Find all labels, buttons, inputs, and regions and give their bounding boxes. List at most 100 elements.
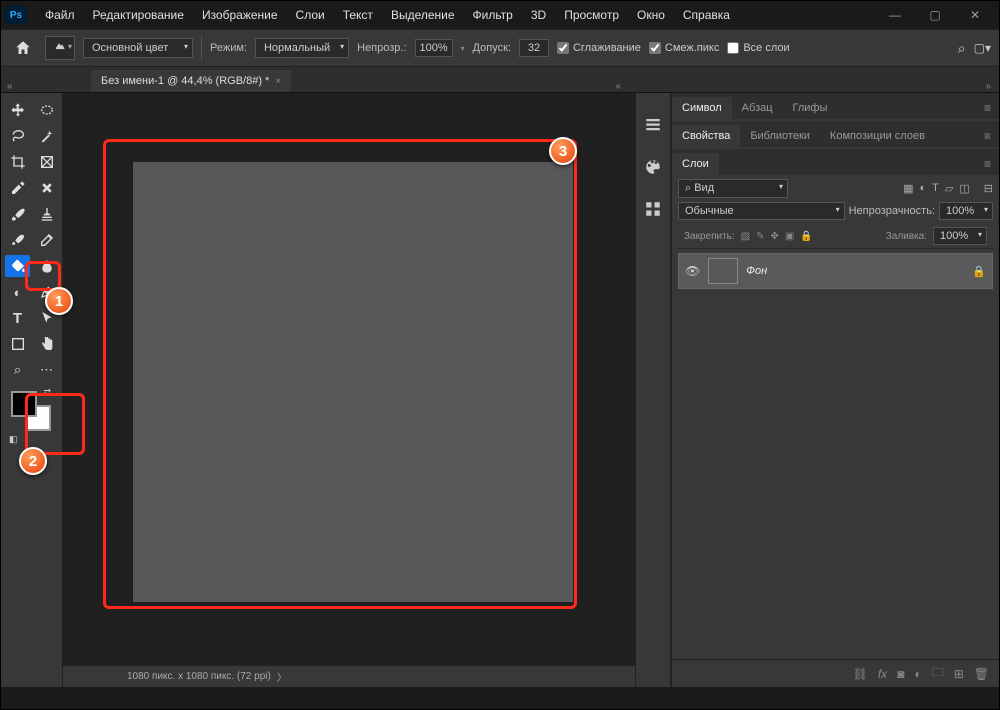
new-layer-icon[interactable]: ⊞	[954, 667, 964, 681]
window-minimize-button[interactable]: —	[875, 3, 915, 27]
default-colors-icon[interactable]: ◧	[9, 434, 18, 445]
workspace-switcher[interactable]: ▢▾	[974, 41, 991, 55]
lock-artboard-icon[interactable]: ▣	[785, 231, 794, 242]
delete-layer-icon[interactable]: 🗑	[974, 667, 989, 681]
menu-3d[interactable]: 3D	[523, 4, 554, 26]
opacity-input[interactable]	[415, 39, 453, 57]
shape-tool[interactable]	[5, 333, 30, 355]
paint-bucket-tool[interactable]	[5, 255, 30, 277]
tool-preset-picker[interactable]	[45, 36, 75, 60]
new-group-icon[interactable]: 🗀	[932, 663, 944, 684]
blend-mode-dropdown[interactable]: Нормальный	[255, 38, 349, 58]
close-tab-icon[interactable]: ×	[275, 76, 281, 87]
collapse-minipanel-icon[interactable]: «	[615, 81, 621, 92]
eraser-tool[interactable]	[34, 229, 59, 251]
all-layers-checkbox[interactable]: Все слои	[727, 42, 789, 54]
healing-tool[interactable]	[34, 177, 59, 199]
menu-window[interactable]: Окно	[629, 4, 673, 26]
search-icon[interactable]: ⌕	[958, 40, 966, 57]
lock-pixels-icon[interactable]: ✎	[756, 231, 764, 242]
contiguous-checkbox[interactable]: Смеж.пикс	[649, 42, 719, 54]
magic-wand-tool[interactable]	[34, 125, 59, 147]
swatches-panel-icon[interactable]	[641, 197, 665, 221]
brush-tool[interactable]	[5, 203, 30, 225]
link-layers-icon[interactable]: ⛓	[853, 667, 868, 681]
dodge-tool[interactable]: ◐	[5, 281, 30, 303]
antialias-checkbox[interactable]: Сглаживание	[557, 42, 641, 54]
tab-layers[interactable]: Слои	[672, 153, 719, 175]
type-tool[interactable]: T	[5, 307, 30, 329]
layer-fill-input[interactable]: 100%	[933, 227, 987, 245]
color-panel-icon[interactable]	[641, 155, 665, 179]
filter-adjust-icon[interactable]: ◐	[920, 182, 927, 195]
layer-opacity-label: Непрозрачность:	[849, 205, 935, 217]
collapse-toolbar-icon[interactable]: «	[7, 81, 13, 92]
hand-tool[interactable]	[34, 333, 59, 355]
swap-colors-icon[interactable]: ⇄	[43, 387, 51, 398]
eyedropper-tool[interactable]	[5, 177, 30, 199]
marquee-tool[interactable]	[34, 99, 59, 121]
blend-mode-layer-dropdown[interactable]: Обычные	[678, 202, 845, 220]
filter-type-icon[interactable]: T	[932, 182, 939, 195]
tab-layer-comps[interactable]: Композиции слоев	[820, 125, 935, 147]
crop-tool[interactable]	[5, 151, 30, 173]
menu-layers[interactable]: Слои	[288, 4, 333, 26]
menu-select[interactable]: Выделение	[383, 4, 463, 26]
layer-thumbnail[interactable]	[708, 258, 738, 284]
collapse-panels-icon[interactable]: »	[985, 81, 991, 92]
layers-panel-menu-icon[interactable]: ≡	[976, 153, 999, 175]
menu-image[interactable]: Изображение	[194, 4, 286, 26]
layer-name[interactable]: Фон	[746, 265, 767, 277]
layer-opacity-input[interactable]: 100%	[939, 202, 993, 220]
layer-row-background[interactable]: 👁 Фон 🔒	[678, 253, 993, 289]
opacity-label: Непрозр.:	[357, 42, 406, 54]
lock-all-icon[interactable]: 🔒	[800, 231, 812, 242]
menu-view[interactable]: Просмотр	[556, 4, 627, 26]
window-close-button[interactable]: ✕	[955, 3, 995, 27]
foreground-color-swatch[interactable]	[11, 391, 37, 417]
tolerance-input[interactable]	[519, 39, 549, 57]
tab-symbol[interactable]: Символ	[672, 97, 732, 119]
layer-fx-icon[interactable]: fx	[878, 667, 887, 681]
menu-edit[interactable]: Редактирование	[85, 4, 192, 26]
visibility-icon[interactable]: 👁	[685, 264, 700, 278]
lasso-tool[interactable]	[5, 125, 30, 147]
tab-glyphs[interactable]: Глифы	[783, 97, 838, 119]
fill-source-dropdown[interactable]: Основной цвет	[83, 38, 193, 58]
menu-file[interactable]: Файл	[37, 4, 83, 26]
tab-properties[interactable]: Свойства	[672, 125, 740, 147]
frame-tool[interactable]	[34, 151, 59, 173]
edit-toolbar-button[interactable]: ⋯	[34, 359, 59, 381]
color-swatches[interactable]: ⇄ ◧	[5, 387, 59, 445]
filter-pixel-icon[interactable]: ▦	[903, 182, 913, 195]
history-panel-icon[interactable]	[641, 113, 665, 137]
blur-tool[interactable]	[34, 255, 59, 277]
document-tab[interactable]: Без имени-1 @ 44,4% (RGB/8#) * ×	[91, 70, 291, 92]
lock-transparent-icon[interactable]: ▨	[741, 231, 750, 242]
move-tool[interactable]	[5, 99, 30, 121]
window-maximize-button[interactable]: ▢	[915, 3, 955, 27]
filter-shape-icon[interactable]: ▱	[945, 182, 953, 195]
status-info-dropdown[interactable]: 〉	[277, 669, 287, 684]
status-doc-info: 1080 пикс. x 1080 пикс. (72 ppi)	[127, 671, 271, 682]
filter-smart-icon[interactable]: ◫	[959, 182, 969, 195]
history-brush-tool[interactable]	[5, 229, 30, 251]
adjustment-layer-icon[interactable]: ◐	[914, 667, 921, 681]
add-mask-icon[interactable]: ◙	[897, 667, 904, 681]
menu-filter[interactable]: Фильтр	[465, 4, 521, 26]
panel-menu-icon[interactable]: ≡	[976, 97, 999, 119]
menu-text[interactable]: Текст	[335, 4, 381, 26]
zoom-tool[interactable]: ⌕	[5, 359, 30, 381]
lock-label: Закрепить:	[684, 231, 735, 242]
tab-paragraph[interactable]: Абзац	[732, 97, 783, 119]
canvas-artboard[interactable]	[133, 162, 573, 602]
layer-filter-dropdown[interactable]: ⌕ Вид	[678, 179, 788, 198]
tab-libraries[interactable]: Библиотеки	[740, 125, 820, 147]
home-button[interactable]	[9, 34, 37, 62]
menu-help[interactable]: Справка	[675, 4, 738, 26]
stamp-tool[interactable]	[34, 203, 59, 225]
panel-menu-icon-2[interactable]: ≡	[976, 125, 999, 147]
lock-position-icon[interactable]: ✥	[771, 231, 779, 242]
lock-indicator-icon[interactable]: 🔒	[972, 265, 986, 278]
filter-toggle-icon[interactable]: ⊟	[984, 182, 993, 195]
